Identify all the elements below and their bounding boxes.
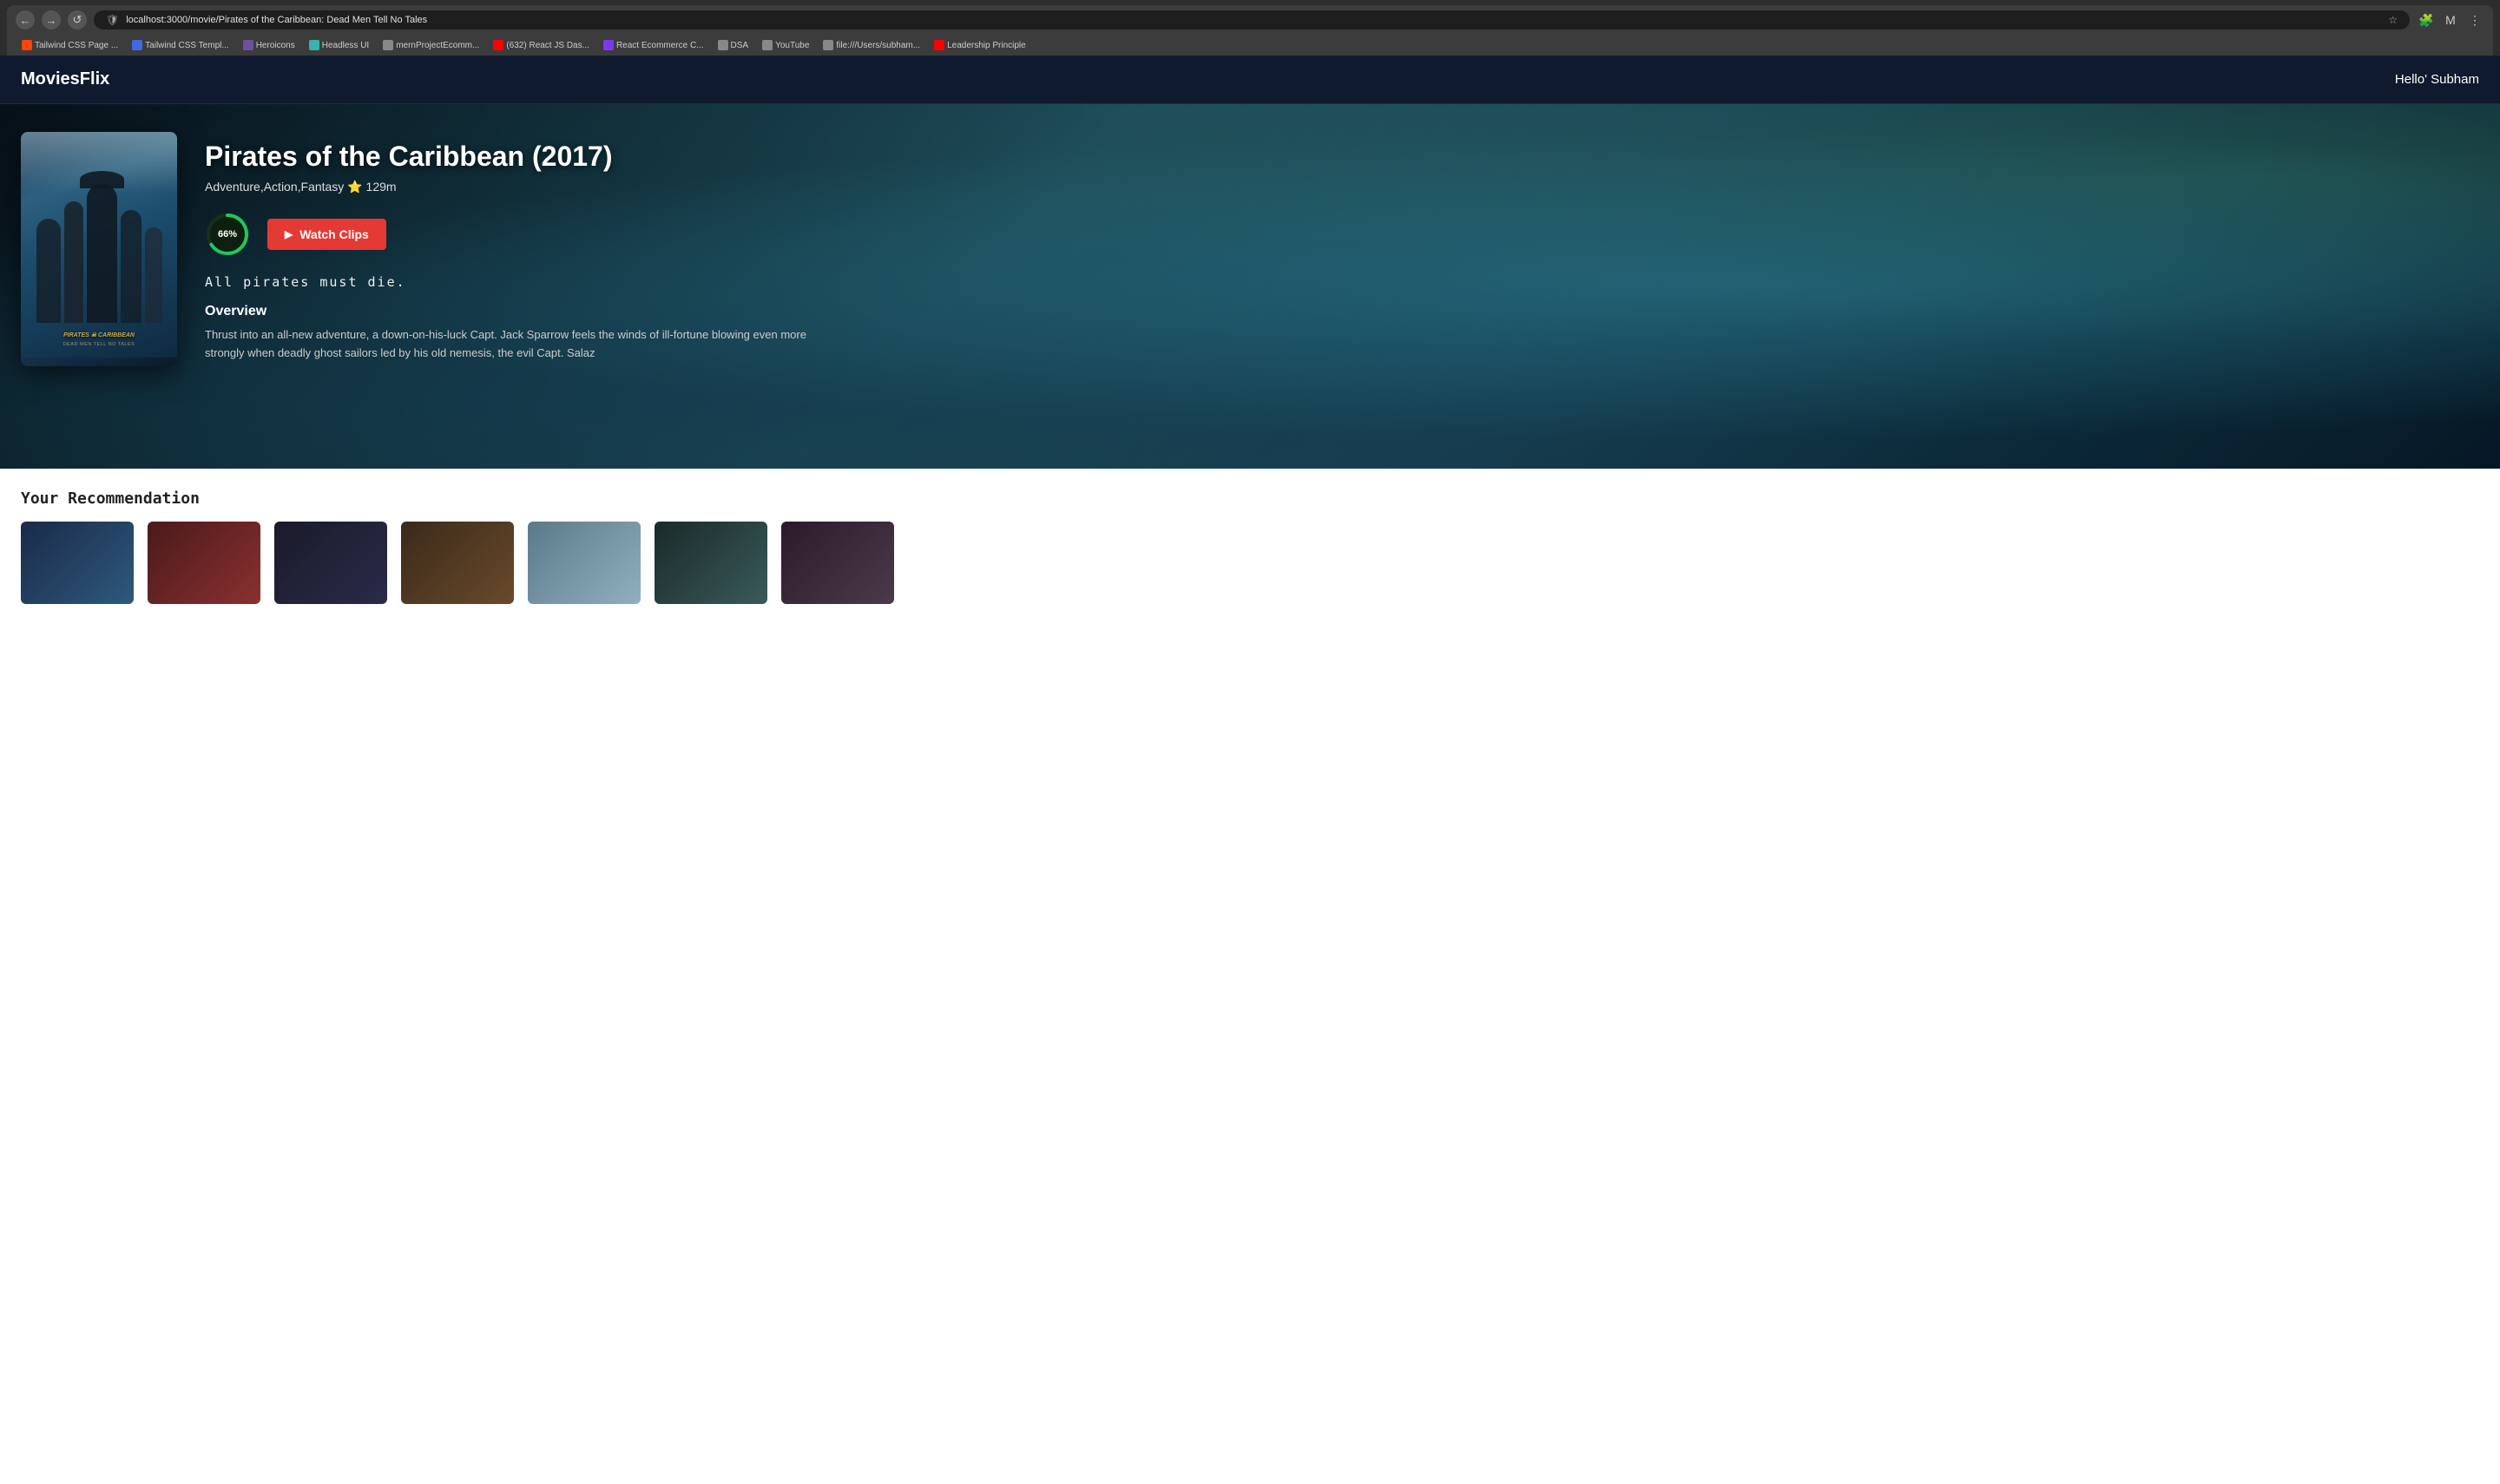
- movie-poster: PIRATES ☠ CARIBBEAN DEAD MEN TELL NO TAL…: [21, 132, 177, 366]
- url-text: localhost:3000/movie/Pirates of the Cari…: [126, 15, 2381, 25]
- bookmark-favicon: [309, 40, 319, 50]
- bookmark-tailwind-templ[interactable]: Tailwind CSS Templ...: [126, 38, 235, 52]
- bookmark-label: Leadership Principle: [947, 41, 1026, 50]
- app: MoviesFlix Hello' Subham: [0, 56, 2500, 625]
- bookmarks-bar: Tailwind CSS Page ... Tailwind CSS Templ…: [7, 35, 2493, 56]
- bookmark-favicon: [718, 40, 728, 50]
- bookmark-leadership[interactable]: Leadership Principle: [928, 38, 1032, 52]
- bookmark-favicon: [383, 40, 393, 50]
- bookmark-label: mernProjectEcomm...: [396, 41, 479, 50]
- rec-card-image: [528, 522, 641, 604]
- rec-card-1[interactable]: [21, 522, 134, 604]
- recommendations-grid: [21, 522, 2479, 604]
- browser-chrome: ← → ↺ 🛡 localhost:3000/movie/Pirates of …: [0, 0, 2500, 56]
- bookmark-favicon: [934, 40, 944, 50]
- hero-content: PIRATES ☠ CARIBBEAN DEAD MEN TELL NO TAL…: [0, 104, 2500, 469]
- rec-card-image: [274, 522, 387, 604]
- movie-meta: Adventure,Action,Fantasy ⭐ 129m: [205, 180, 2479, 194]
- overview-section: Overview Thrust into an all-new adventur…: [205, 304, 2479, 363]
- rec-card-3[interactable]: [274, 522, 387, 604]
- hero-section: PIRATES ☠ CARIBBEAN DEAD MEN TELL NO TAL…: [0, 104, 2500, 469]
- address-bar[interactable]: 🛡 localhost:3000/movie/Pirates of the Ca…: [94, 10, 2410, 30]
- bookmark-favicon: [762, 40, 773, 50]
- bookmark-react-ecomm[interactable]: React Ecommerce C...: [597, 38, 710, 52]
- movie-actions: 66% ▶ Watch Clips: [205, 212, 2479, 257]
- navbar: MoviesFlix Hello' Subham: [0, 56, 2500, 104]
- overview-text: Thrust into an all-new adventure, a down…: [205, 326, 812, 363]
- recommendations-section: Your Recommendation: [0, 469, 2500, 625]
- movie-genres: Adventure,Action,Fantasy: [205, 180, 344, 194]
- rec-card-image: [148, 522, 260, 604]
- bookmark-label: Tailwind CSS Templ...: [145, 41, 229, 50]
- bookmark-label: React Ecommerce C...: [616, 41, 704, 50]
- forward-button[interactable]: →: [42, 10, 61, 30]
- bookmark-mern[interactable]: mernProjectEcomm...: [377, 38, 485, 52]
- rec-card-6[interactable]: [655, 522, 767, 604]
- bookmark-file[interactable]: file:///Users/subham...: [817, 38, 926, 52]
- bookmark-label: Headless UI: [322, 41, 369, 50]
- rec-card-7[interactable]: [781, 522, 894, 604]
- bookmark-label: YouTube: [775, 41, 809, 50]
- bookmark-tailwind-page[interactable]: Tailwind CSS Page ...: [16, 38, 124, 52]
- bookmark-dsa[interactable]: DSA: [712, 38, 755, 52]
- user-greeting: Hello' Subham: [2395, 72, 2479, 87]
- profile-button[interactable]: M: [2441, 10, 2460, 30]
- rec-card-4[interactable]: [401, 522, 514, 604]
- browser-actions: 🧩 M ⋮: [2417, 10, 2484, 30]
- bookmark-heroicons[interactable]: Heroicons: [237, 38, 301, 52]
- rec-card-image: [21, 522, 134, 604]
- bookmark-favicon: [22, 40, 32, 50]
- watch-clips-button[interactable]: ▶ Watch Clips: [267, 219, 386, 250]
- bookmark-youtube[interactable]: YouTube: [756, 38, 815, 52]
- extensions-button[interactable]: 🧩: [2417, 10, 2436, 30]
- movie-runtime: 129m: [366, 180, 397, 194]
- score-text: 66%: [205, 212, 250, 257]
- recommendations-title: Your Recommendation: [21, 489, 2479, 508]
- brand-name: MoviesFlix: [21, 69, 109, 89]
- movie-star: ⭐: [347, 180, 365, 194]
- bookmark-react-das[interactable]: (632) React JS Das...: [487, 38, 595, 52]
- rec-card-image: [655, 522, 767, 604]
- movie-tagline: All pirates must die.: [205, 274, 2479, 290]
- bookmark-headless[interactable]: Headless UI: [303, 38, 375, 52]
- bookmark-label: (632) React JS Das...: [506, 41, 589, 50]
- overview-title: Overview: [205, 304, 2479, 319]
- watch-clips-label: Watch Clips: [299, 227, 369, 241]
- back-button[interactable]: ←: [16, 10, 35, 30]
- menu-button[interactable]: ⋮: [2465, 10, 2484, 30]
- bookmark-label: DSA: [731, 41, 749, 50]
- bookmark-favicon: [493, 40, 503, 50]
- movie-title: Pirates of the Caribbean (2017): [205, 141, 2479, 173]
- rec-card-image: [401, 522, 514, 604]
- poster-image: PIRATES ☠ CARIBBEAN DEAD MEN TELL NO TAL…: [21, 132, 177, 358]
- bookmark-star-icon: ☆: [2388, 14, 2398, 26]
- score-circle: 66%: [205, 212, 250, 257]
- refresh-button[interactable]: ↺: [68, 10, 87, 30]
- bookmark-label: Heroicons: [256, 41, 295, 50]
- rec-card-2[interactable]: [148, 522, 260, 604]
- bookmark-favicon: [603, 40, 614, 50]
- movie-info: Pirates of the Caribbean (2017) Adventur…: [205, 132, 2479, 363]
- browser-toolbar: ← → ↺ 🛡 localhost:3000/movie/Pirates of …: [7, 5, 2493, 35]
- rec-card-5[interactable]: [528, 522, 641, 604]
- bookmark-label: Tailwind CSS Page ...: [35, 41, 118, 50]
- bookmark-favicon: [132, 40, 142, 50]
- bookmark-favicon: [243, 40, 253, 50]
- rec-card-image: [781, 522, 894, 604]
- security-icon: 🛡: [106, 14, 119, 26]
- bookmark-favicon: [823, 40, 833, 50]
- bookmark-label: file:///Users/subham...: [836, 41, 920, 50]
- play-icon: ▶: [285, 228, 293, 240]
